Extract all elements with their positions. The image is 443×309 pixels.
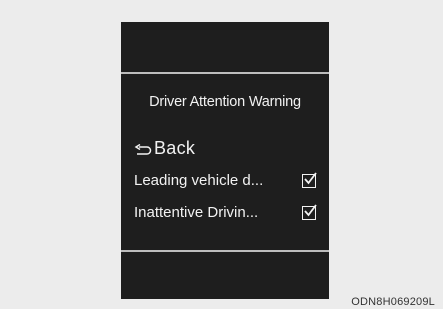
checkbox-checked[interactable] <box>302 203 317 220</box>
figure-code: ODN8H069209L <box>351 296 435 308</box>
cluster-display: Driver Attention Warning Back Leading ve… <box>121 22 329 299</box>
back-button[interactable]: Back <box>134 138 326 159</box>
menu-title: Driver Attention Warning <box>149 94 301 110</box>
option-label: Leading vehicle d... <box>134 172 264 189</box>
figure-frame: Driver Attention Warning Back Leading ve… <box>0 0 443 309</box>
bottom-divider <box>121 250 329 252</box>
option-label: Inattentive Drivin... <box>134 204 259 221</box>
top-divider <box>121 72 329 74</box>
back-label: Back <box>154 138 196 158</box>
return-arrow-icon <box>134 142 152 156</box>
checkbox-checked[interactable] <box>302 171 317 188</box>
option-leading-vehicle[interactable]: Leading vehicle d... <box>134 171 317 189</box>
option-inattentive-driving[interactable]: Inattentive Drivin... <box>134 203 317 221</box>
